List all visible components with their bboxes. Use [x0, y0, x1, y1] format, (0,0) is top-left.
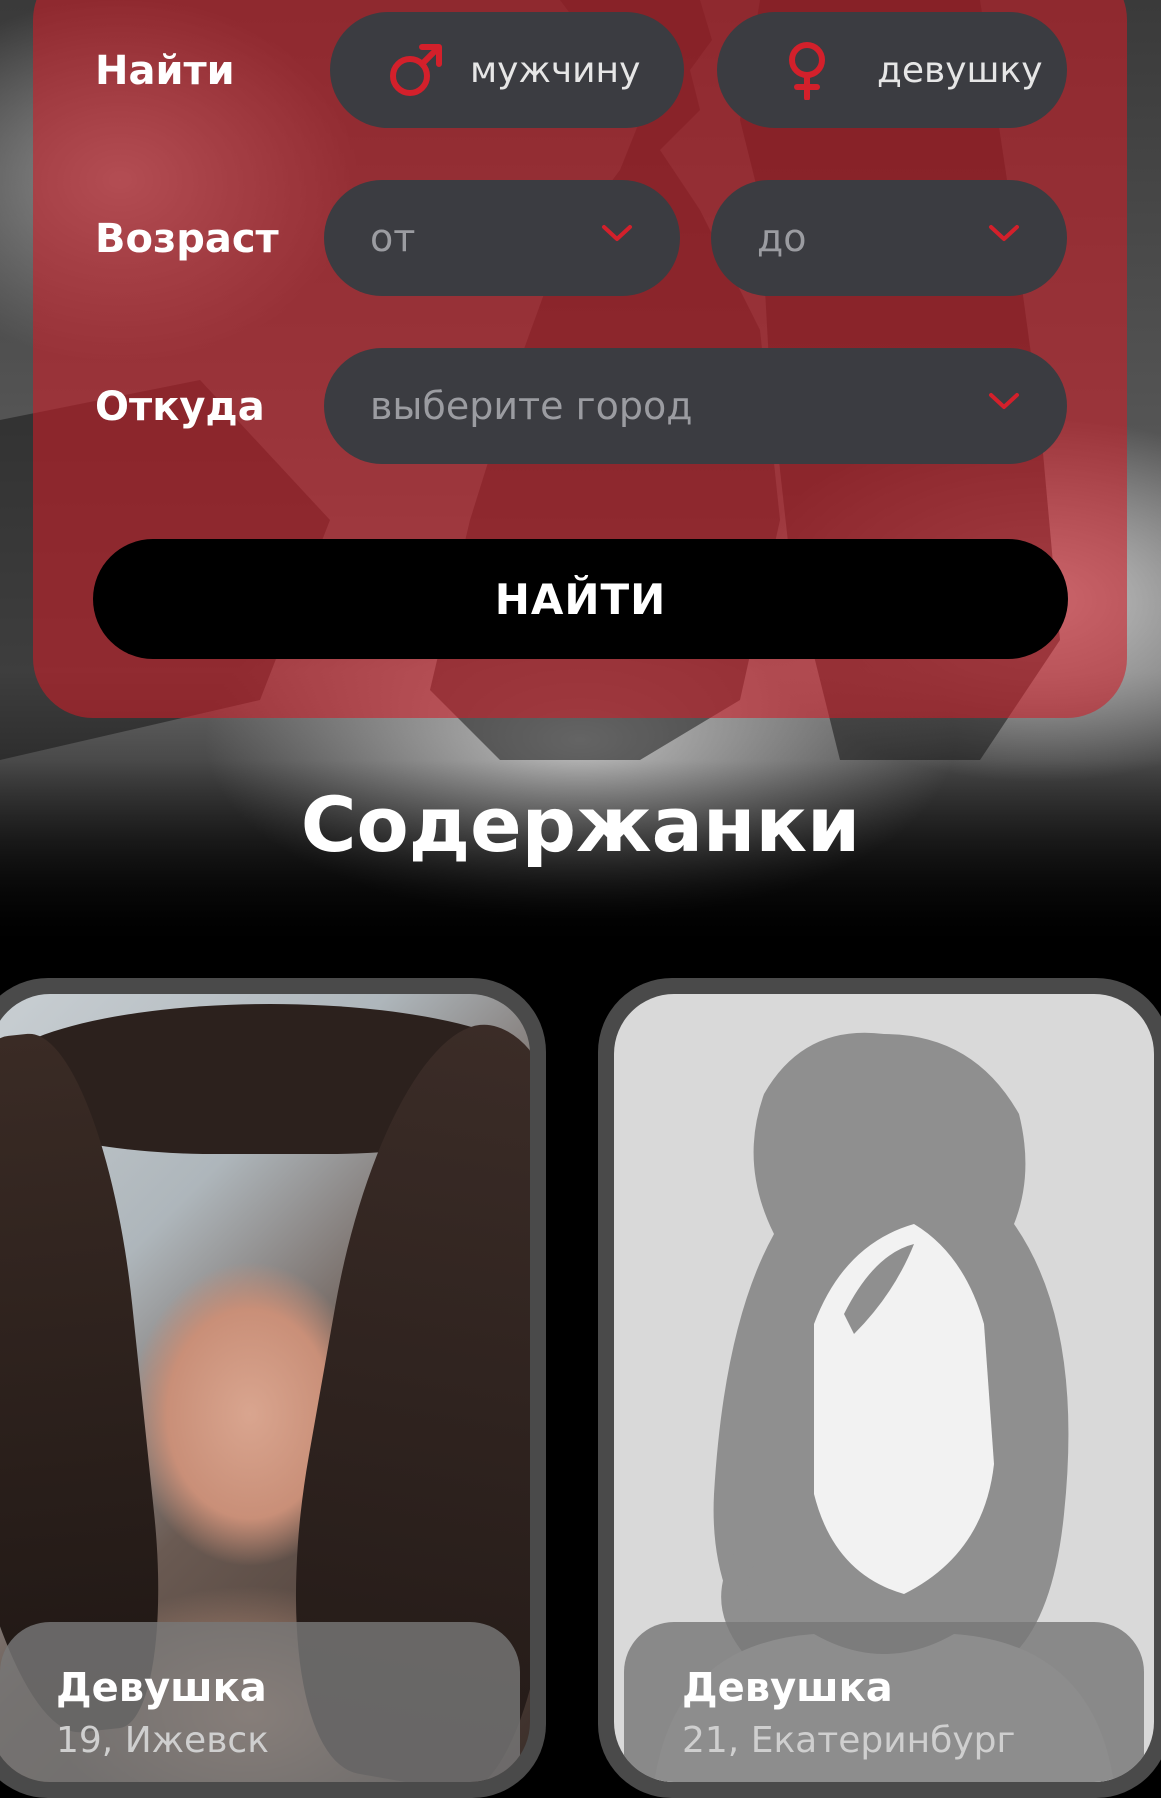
- male-symbol-icon: [390, 44, 442, 96]
- find-button[interactable]: НАЙТИ: [93, 539, 1068, 659]
- gender-female-label: девушку: [877, 49, 1043, 91]
- profile-subtitle: 21, Екатеринбург: [682, 1720, 1016, 1761]
- chevron-down-icon: [989, 393, 1019, 409]
- age-to-placeholder: до: [757, 216, 807, 260]
- chevron-down-icon: [989, 225, 1019, 241]
- find-label: Найти: [95, 48, 235, 94]
- gender-male-label: мужчину: [470, 49, 641, 91]
- age-from-select[interactable]: от: [324, 180, 680, 296]
- profile-photo-frame: [614, 994, 1154, 1782]
- section-title: Содержанки: [300, 780, 861, 869]
- profile-title: Девушка: [682, 1665, 893, 1711]
- city-select[interactable]: выберите город: [324, 348, 1067, 464]
- city-label: Откуда: [95, 384, 265, 430]
- chevron-down-icon: [602, 225, 632, 241]
- gender-female-button[interactable]: девушку: [717, 12, 1067, 128]
- city-placeholder: выберите город: [370, 384, 693, 428]
- profile-title: Девушка: [56, 1665, 267, 1711]
- age-to-select[interactable]: до: [711, 180, 1067, 296]
- age-from-placeholder: от: [370, 216, 416, 260]
- gender-male-button[interactable]: мужчину: [330, 12, 684, 128]
- profile-subtitle: 19, Ижевск: [56, 1720, 269, 1761]
- profile-photo-frame: [0, 994, 530, 1782]
- age-label: Возраст: [95, 216, 279, 262]
- female-symbol-icon: [789, 42, 825, 100]
